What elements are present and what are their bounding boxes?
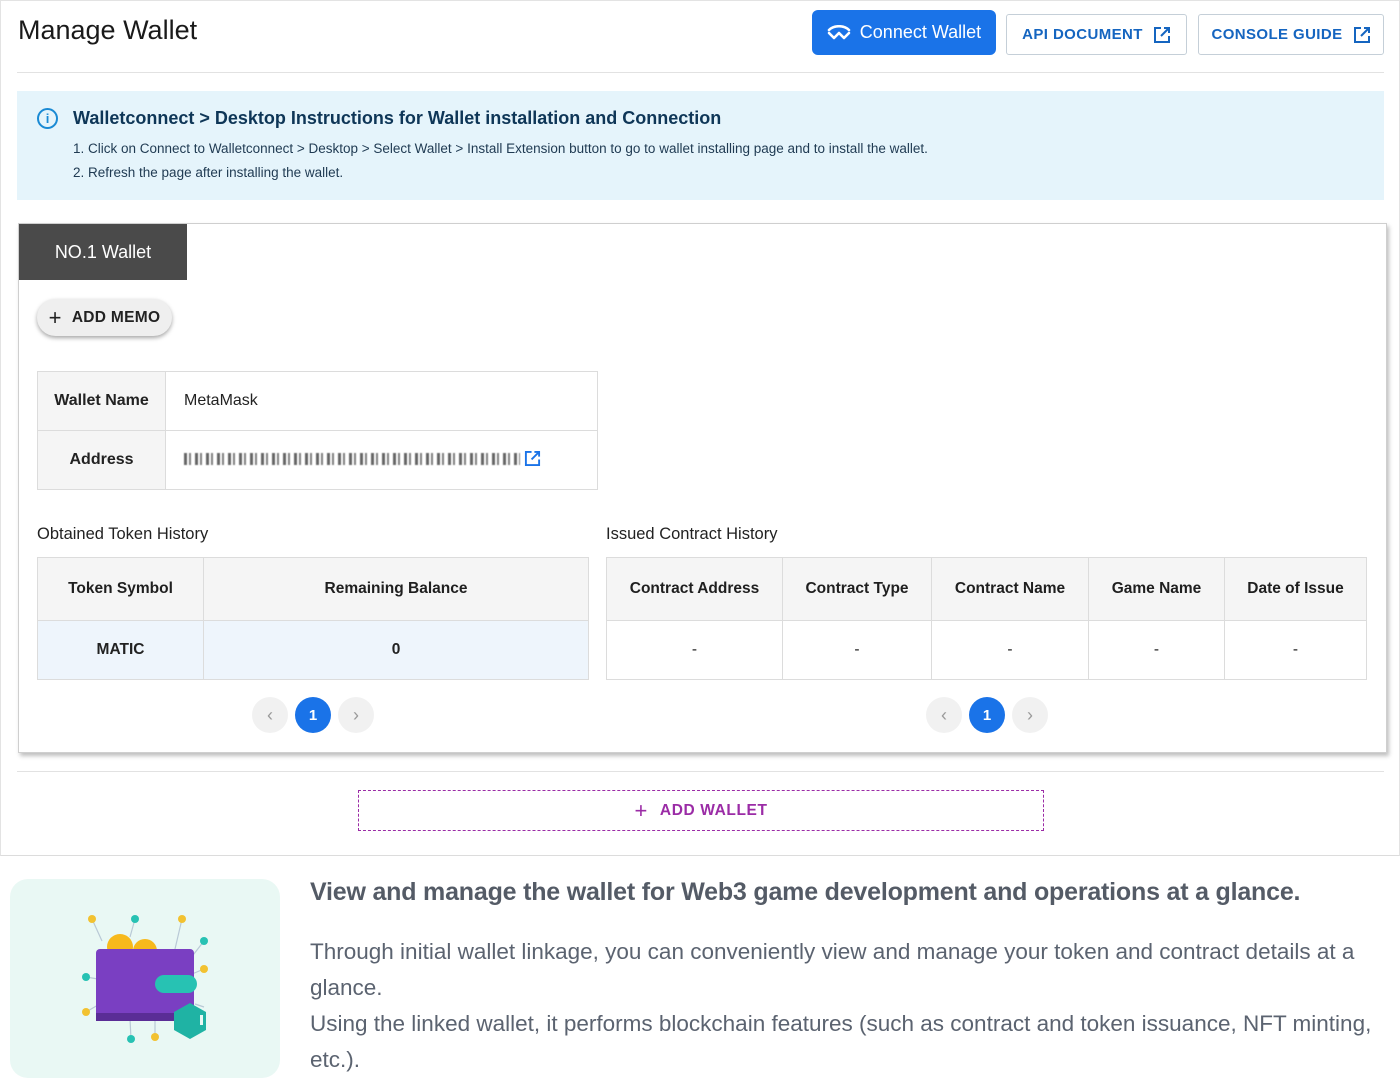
contract-history-table: Contract Address Contract Type Contract … bbox=[606, 557, 1367, 680]
column-header: Game Name bbox=[1088, 557, 1225, 621]
wallet-panel: NO.1 Wallet + ADD MEMO Wallet Name MetaM… bbox=[18, 223, 1387, 753]
promo-line-2: Using the linked wallet, it performs blo… bbox=[310, 1011, 1372, 1072]
instructions-title: Walletconnect > Desktop Instructions for… bbox=[73, 108, 722, 128]
api-document-button[interactable]: API DOCUMENT bbox=[1006, 14, 1187, 55]
table-header-row: Contract Address Contract Type Contract … bbox=[606, 557, 1367, 621]
wallet-illustration bbox=[10, 879, 280, 1078]
column-header: Token Symbol bbox=[37, 557, 204, 621]
connect-wallet-button[interactable]: Connect Wallet bbox=[812, 10, 996, 55]
column-header: Remaining Balance bbox=[203, 557, 589, 621]
promo-body: Through initial wallet linkage, you can … bbox=[310, 934, 1395, 1078]
table-cell: - bbox=[1088, 620, 1225, 680]
add-memo-label: ADD MEMO bbox=[71, 308, 161, 326]
console-guide-label: CONSOLE GUIDE bbox=[1211, 26, 1343, 43]
instruction-step-1: 1. Click on Connect to Walletconnect > D… bbox=[73, 141, 928, 156]
connect-wallet-label: Connect Wallet bbox=[859, 22, 982, 42]
chevron-left-icon[interactable]: ‹ bbox=[252, 697, 288, 733]
promo-line-1: Through initial wallet linkage, you can … bbox=[310, 939, 1355, 1000]
table-row: Address bbox=[37, 430, 598, 490]
manage-wallet-app: Manage Wallet Connect Wallet API DOCUMEN… bbox=[0, 0, 1400, 856]
external-link-icon bbox=[1153, 26, 1170, 43]
redacted-address bbox=[184, 452, 520, 465]
chevron-right-icon[interactable]: › bbox=[338, 697, 374, 733]
panel-divider bbox=[17, 771, 1384, 772]
wallet-name-key: Wallet Name bbox=[37, 371, 166, 431]
wallet-info-table: Wallet Name MetaMask Address bbox=[37, 371, 598, 490]
token-symbol-cell: MATIC bbox=[37, 620, 204, 680]
add-wallet-label: ADD WALLET bbox=[659, 801, 768, 819]
plus-icon: + bbox=[48, 304, 62, 330]
page-title: Manage Wallet bbox=[18, 15, 198, 45]
instruction-step-2: 2. Refresh the page after installing the… bbox=[73, 165, 344, 180]
table-cell: - bbox=[1224, 620, 1367, 680]
console-guide-button[interactable]: CONSOLE GUIDE bbox=[1198, 14, 1384, 55]
external-link-icon[interactable] bbox=[524, 450, 541, 467]
chevron-right-icon[interactable]: › bbox=[1012, 697, 1048, 733]
column-header: Contract Name bbox=[931, 557, 1089, 621]
plus-icon: + bbox=[634, 797, 648, 823]
add-wallet-button[interactable]: + ADD WALLET bbox=[358, 790, 1044, 831]
table-row: Wallet Name MetaMask bbox=[37, 371, 598, 431]
tab-wallet-1[interactable]: NO.1 Wallet bbox=[19, 224, 187, 280]
add-memo-button[interactable]: + ADD MEMO bbox=[37, 299, 172, 336]
contract-pagination: ‹ 1 › bbox=[926, 697, 1048, 733]
table-cell: - bbox=[931, 620, 1089, 680]
column-header: Contract Type bbox=[782, 557, 932, 621]
wallet-illustration-graphic bbox=[82, 915, 208, 1043]
page-button[interactable]: 1 bbox=[969, 697, 1005, 733]
promo-heading: View and manage the wallet for Web3 game… bbox=[310, 878, 1301, 906]
external-link-icon bbox=[1353, 26, 1370, 43]
page-button[interactable]: 1 bbox=[295, 697, 331, 733]
table-row: MATIC 0 bbox=[37, 620, 589, 680]
info-icon: i bbox=[37, 108, 58, 129]
address-value bbox=[165, 430, 598, 490]
column-header: Contract Address bbox=[606, 557, 783, 621]
wallet-name-value: MetaMask bbox=[165, 371, 598, 431]
address-key: Address bbox=[37, 430, 166, 490]
header-divider bbox=[17, 72, 1384, 73]
balance-cell: 0 bbox=[203, 620, 589, 680]
instructions-banner: i Walletconnect > Desktop Instructions f… bbox=[17, 91, 1384, 200]
column-header: Date of Issue bbox=[1224, 557, 1367, 621]
contract-history-label: Issued Contract History bbox=[606, 525, 778, 543]
token-history-table: Token Symbol Remaining Balance MATIC 0 bbox=[37, 557, 589, 680]
table-row: - - - - - bbox=[606, 620, 1367, 680]
token-pagination: ‹ 1 › bbox=[252, 697, 374, 733]
api-document-label: API DOCUMENT bbox=[1022, 26, 1143, 43]
walletconnect-icon bbox=[827, 24, 851, 39]
table-cell: - bbox=[782, 620, 932, 680]
token-history-label: Obtained Token History bbox=[37, 525, 209, 543]
table-cell: - bbox=[606, 620, 783, 680]
table-header-row: Token Symbol Remaining Balance bbox=[37, 557, 589, 621]
chevron-left-icon[interactable]: ‹ bbox=[926, 697, 962, 733]
